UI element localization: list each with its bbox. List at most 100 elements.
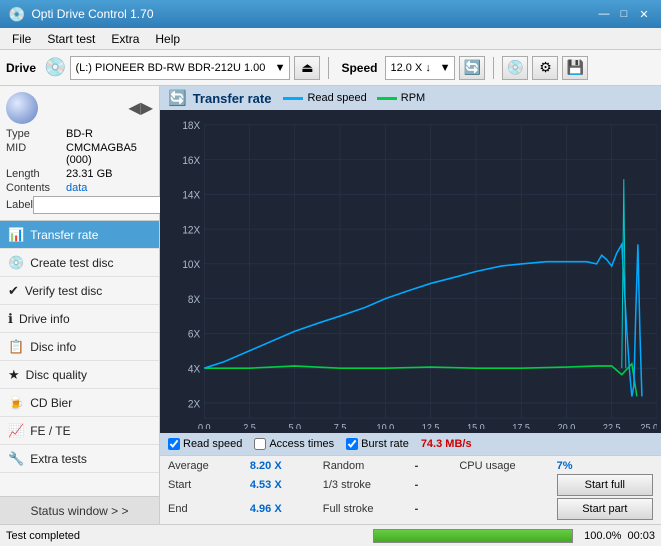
svg-text:16X: 16X [182, 156, 200, 167]
nav-item-disc-quality[interactable]: ★ Disc quality [0, 361, 159, 389]
disc-button[interactable]: 💿 [502, 56, 528, 80]
disc-contents-row: Contents data [6, 182, 153, 194]
save-button[interactable]: 💾 [562, 56, 588, 80]
disc-type-row: Type BD-R [6, 128, 153, 140]
svg-text:2X: 2X [188, 399, 200, 410]
menu-item-help[interactable]: Help [147, 28, 188, 49]
disc-nav-prev[interactable]: ◀ [128, 98, 140, 118]
nav-item-fe-te[interactable]: 📈FE / TE [0, 417, 159, 445]
disc-mid-value: CMCMAGBA5 (000) [66, 142, 153, 166]
legend-read-speed: Read speed [283, 92, 366, 104]
svg-text:4X: 4X [188, 364, 200, 375]
settings-button[interactable]: ⚙ [532, 56, 558, 80]
start-full-button[interactable]: Start full [557, 474, 653, 496]
nav-item-create-test-disc[interactable]: 💿Create test disc [0, 249, 159, 277]
refresh-button[interactable]: 🔄 [459, 56, 485, 80]
cpu-usage-label: CPU usage [459, 460, 548, 472]
nav-icon-cd-bier: 🍺 [8, 395, 24, 411]
access-times-checkbox-label[interactable]: Access times [254, 438, 334, 450]
full-stroke-value: - [415, 503, 452, 515]
maximize-button[interactable]: □ [615, 5, 633, 23]
disc-label-input[interactable] [33, 196, 181, 214]
stats-grid: Average 8.20 X Random - CPU usage 7% Sta… [168, 460, 653, 520]
burst-rate-value: 74.3 MB/s [421, 438, 472, 450]
average-label: Average [168, 460, 242, 472]
chart-header: 🔄 Transfer rate Read speed RPM [160, 86, 661, 110]
svg-text:20.0: 20.0 [558, 422, 576, 429]
disc-mid-label: MID [6, 142, 66, 166]
nav-label-create-test-disc: Create test disc [30, 256, 113, 270]
refresh-chart-icon: 🔄 [168, 89, 187, 107]
nav-icon-transfer-rate: 📊 [8, 227, 24, 243]
svg-text:12X: 12X [182, 225, 200, 236]
close-button[interactable]: ✕ [635, 5, 653, 23]
nav-item-extra-tests[interactable]: 🔧Extra tests [0, 445, 159, 473]
drive-label: Drive [6, 61, 36, 75]
svg-text:15.0: 15.0 [467, 422, 485, 429]
nav-item-drive-info[interactable]: ℹ Drive info [0, 305, 159, 333]
nav-label-drive-info: Drive info [19, 312, 70, 326]
nav-item-disc-info[interactable]: 📋Disc info [0, 333, 159, 361]
disc-contents-value[interactable]: data [66, 182, 153, 194]
nav-label-cd-bier: CD Bier [30, 396, 72, 410]
progress-percentage: 100.0% [579, 530, 621, 542]
svg-text:14X: 14X [182, 190, 200, 201]
nav-label-verify-test-disc: Verify test disc [25, 284, 102, 298]
speed-select[interactable]: 12.0 X ↓ ▼ [385, 56, 455, 80]
disc-type-label: Type [6, 128, 66, 140]
menubar: FileStart testExtraHelp [0, 28, 661, 50]
burst-rate-checkbox[interactable] [346, 438, 358, 450]
svg-text:18X: 18X [182, 121, 200, 132]
legend-read-speed-label: Read speed [307, 92, 366, 104]
svg-text:6X: 6X [188, 329, 200, 340]
svg-text:7.5: 7.5 [334, 422, 347, 429]
nav-icon-extra-tests: 🔧 [8, 451, 24, 467]
chart-svg-area: 18X 16X 14X 12X 10X 8X 6X 4X 2X 0.0 2.5 … [160, 110, 661, 433]
status-window-label: Status window > > [30, 504, 128, 518]
main-layout: ◀ ▶ Type BD-R MID CMCMAGBA5 (000) Length… [0, 86, 661, 524]
status-text: Test completed [6, 530, 367, 542]
read-speed-checkbox-label[interactable]: Read speed [168, 438, 242, 450]
drive-select[interactable]: (L:) PIONEER BD-RW BDR-212U 1.00 ▼ [70, 56, 290, 80]
drive-value: (L:) PIONEER BD-RW BDR-212U 1.00 [75, 62, 265, 74]
read-speed-checkbox[interactable] [168, 438, 180, 450]
disc-label-label: Label [6, 199, 33, 211]
svg-text:10X: 10X [182, 260, 200, 271]
minimize-button[interactable]: — [595, 5, 613, 23]
read-speed-checkbox-text: Read speed [183, 438, 242, 450]
access-times-checkbox[interactable] [254, 438, 266, 450]
menu-item-file[interactable]: File [4, 28, 39, 49]
sidebar: ◀ ▶ Type BD-R MID CMCMAGBA5 (000) Length… [0, 86, 160, 524]
progress-bar-container [373, 529, 573, 543]
disc-type-value: BD-R [66, 128, 153, 140]
content-area: 🔄 Transfer rate Read speed RPM [160, 86, 661, 524]
menu-item-extra[interactable]: Extra [103, 28, 147, 49]
svg-text:22.5: 22.5 [603, 422, 621, 429]
status-window-button[interactable]: Status window > > [0, 496, 159, 524]
disc-nav-next[interactable]: ▶ [141, 98, 153, 118]
burst-rate-checkbox-label[interactable]: Burst rate [346, 438, 409, 450]
random-label: Random [323, 460, 407, 472]
app-icon: 💿 [8, 6, 25, 23]
svg-text:25.0 GB: 25.0 GB [640, 422, 657, 429]
separator [328, 57, 329, 79]
nav-icon-disc-info: 📋 [8, 339, 24, 355]
svg-text:5.0: 5.0 [289, 422, 302, 429]
disc-length-value: 23.31 GB [66, 168, 153, 180]
eject-button[interactable]: ⏏ [294, 56, 320, 80]
nav-item-cd-bier[interactable]: 🍺 CD Bier [0, 389, 159, 417]
svg-text:10.0: 10.0 [377, 422, 395, 429]
average-value: 8.20 X [250, 460, 315, 472]
legend-rpm-label: RPM [401, 92, 425, 104]
start-part-button[interactable]: Start part [557, 498, 653, 520]
nav-item-transfer-rate[interactable]: 📊Transfer rate [0, 221, 159, 249]
stats-panel: Average 8.20 X Random - CPU usage 7% Sta… [160, 455, 661, 524]
nav-icon-drive-info: ℹ [8, 311, 13, 327]
disc-length-label: Length [6, 168, 66, 180]
separator2 [493, 57, 494, 79]
one-third-stroke-value: - [415, 479, 452, 491]
nav-icon-disc-quality: ★ [8, 367, 20, 383]
nav-item-verify-test-disc[interactable]: ✔Verify test disc [0, 277, 159, 305]
menu-item-start-test[interactable]: Start test [39, 28, 103, 49]
nav-label-disc-quality: Disc quality [26, 368, 87, 382]
